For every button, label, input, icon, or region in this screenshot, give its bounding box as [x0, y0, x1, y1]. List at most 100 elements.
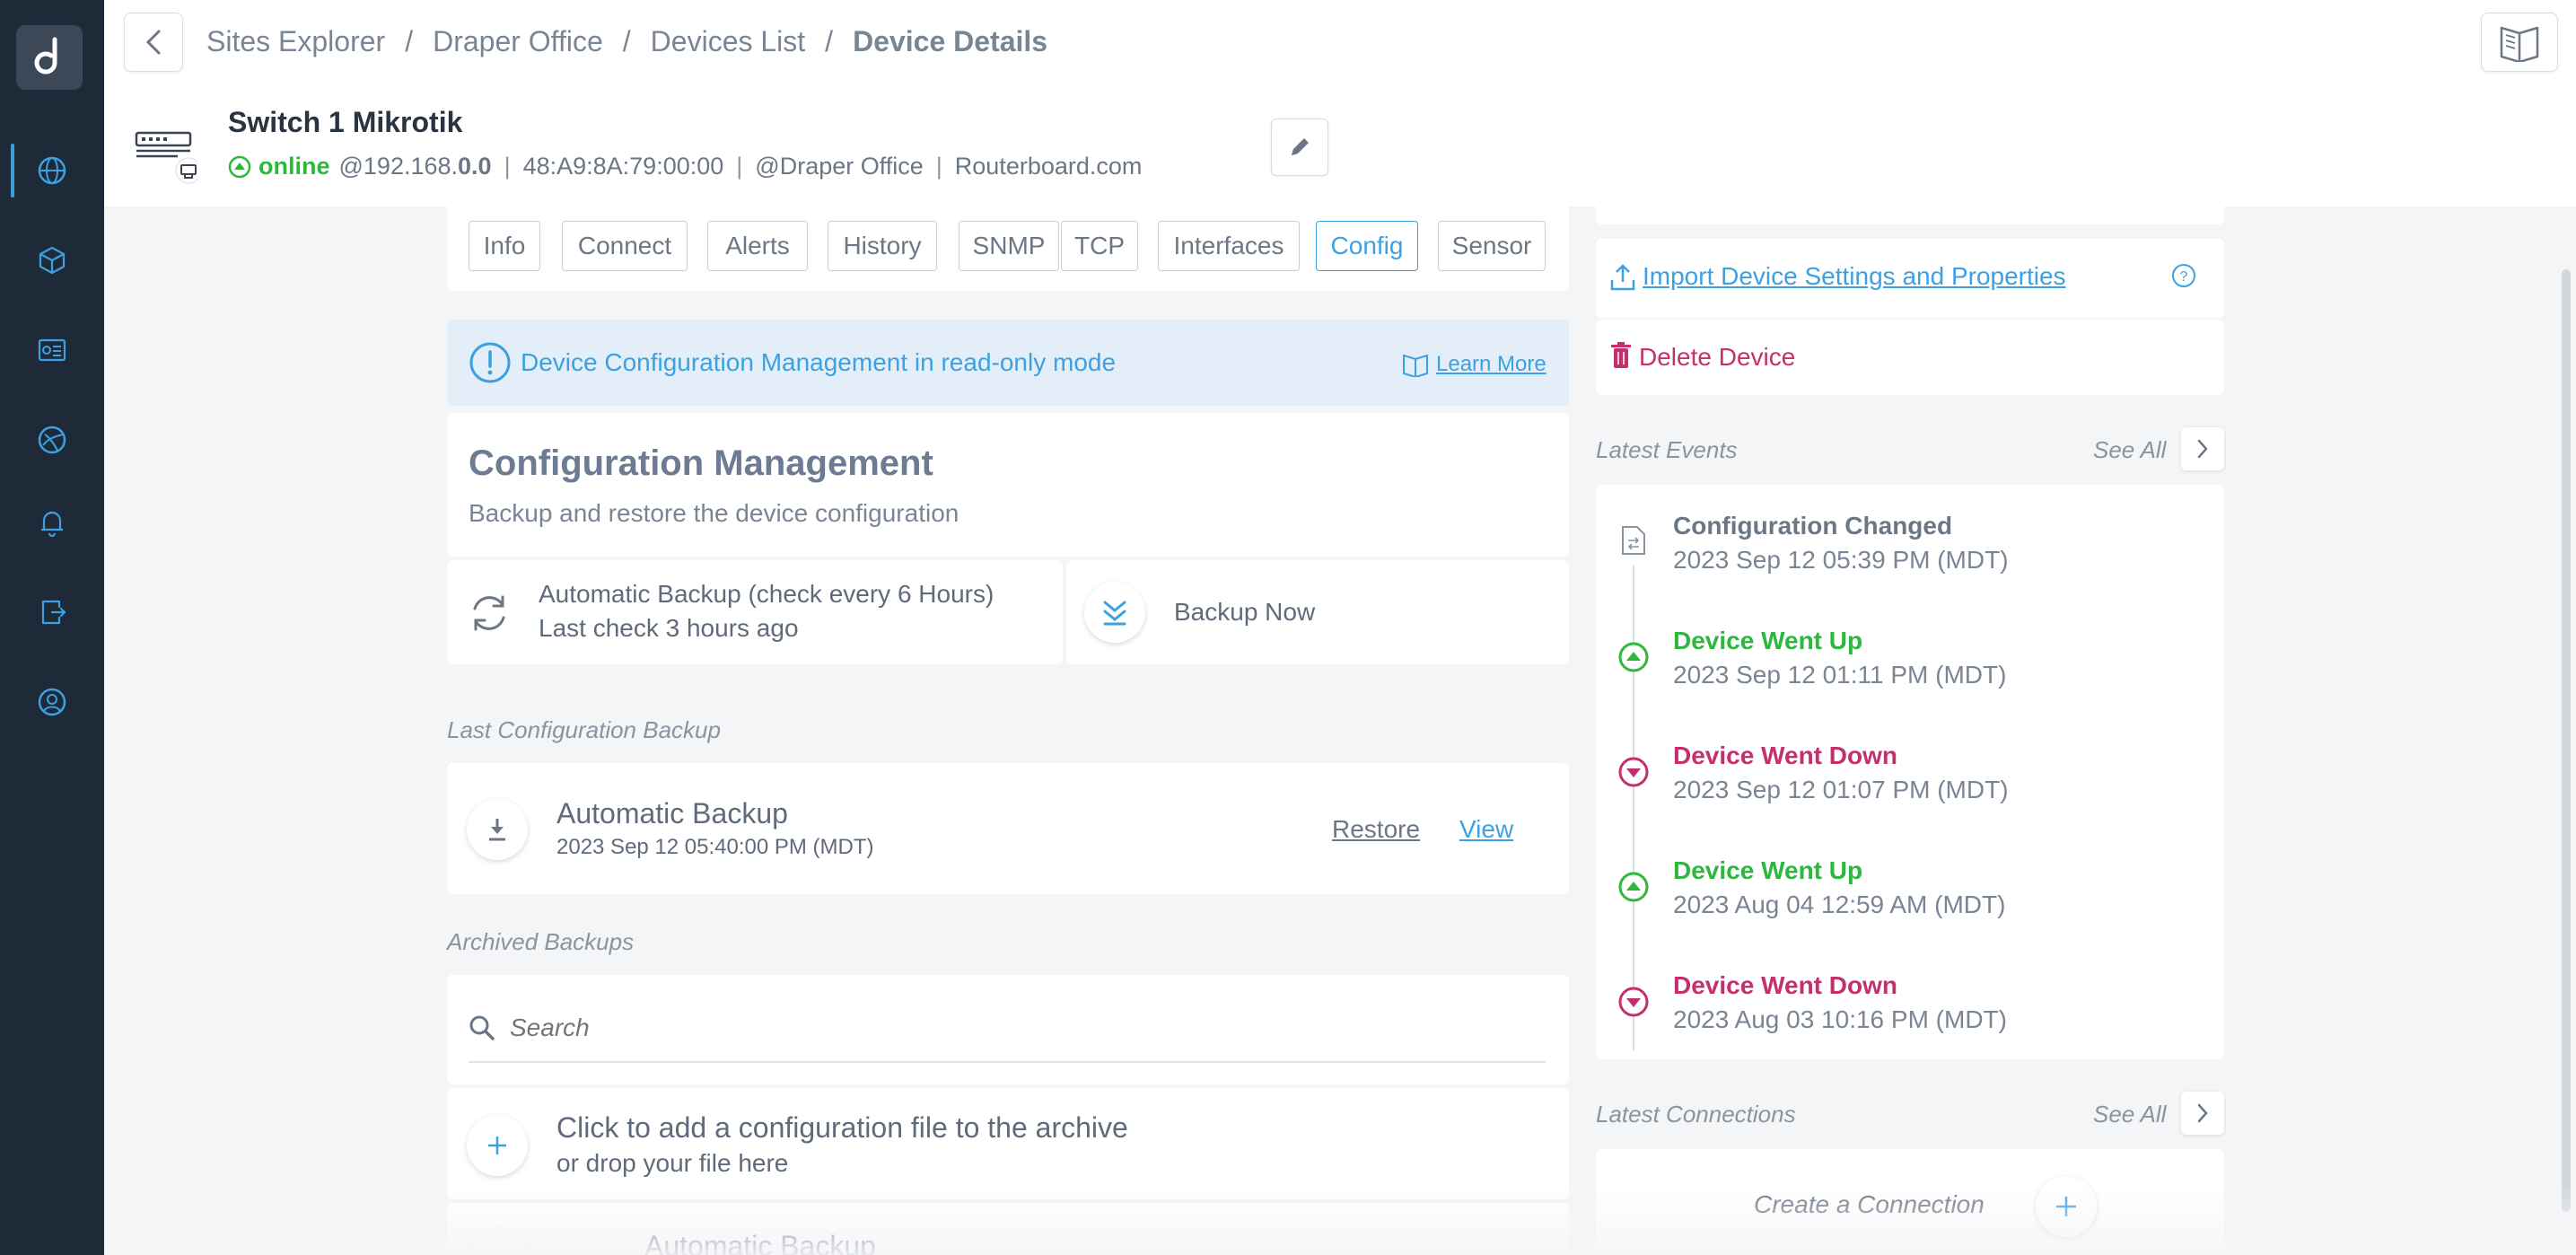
nav-network[interactable] — [0, 404, 104, 476]
breadcrumb-devices-list[interactable]: Devices List — [651, 25, 806, 58]
delete-device-button[interactable]: Delete Device — [1596, 320, 2224, 395]
search-input[interactable] — [510, 1005, 1542, 1050]
tab-config[interactable]: Config — [1316, 221, 1418, 271]
tab-info[interactable]: Info — [469, 221, 540, 271]
network-globe-icon — [38, 426, 66, 454]
events-see-all-label[interactable]: See All — [2093, 436, 2166, 464]
device-site-link[interactable]: Draper Office — [780, 153, 924, 180]
page-scrollbar[interactable] — [2562, 269, 2571, 1212]
nav-account[interactable] — [0, 666, 104, 738]
status-up-icon — [1618, 872, 1649, 902]
tab-snmp[interactable]: SNMP — [959, 221, 1059, 271]
nav-devices[interactable] — [0, 224, 104, 296]
device-vendor: Routerboard.com — [954, 153, 1143, 180]
view-link[interactable]: View — [1459, 815, 1513, 844]
last-backup-label: Last Configuration Backup — [447, 716, 721, 743]
domotz-logo-icon — [34, 37, 57, 75]
backup-name: Automatic Backup — [556, 797, 788, 829]
latest-events-label: Latest Events — [1596, 436, 1738, 463]
tab-interfaces[interactable]: Interfaces — [1158, 221, 1300, 271]
event-title: Device Went Up — [1673, 627, 1863, 654]
search-icon — [469, 1015, 495, 1040]
backup-now-icon-button[interactable] — [1084, 582, 1145, 643]
breadcrumb-site[interactable]: Draper Office — [433, 25, 603, 58]
breadcrumb-sites-explorer[interactable]: Sites Explorer — [206, 25, 385, 58]
import-settings-card: Import Device Settings and Properties ? — [1596, 239, 2224, 318]
event-time: 2023 Aug 03 10:16 PM (MDT) — [1673, 1005, 2007, 1033]
device-ip-suffix: 0.0 — [458, 153, 492, 180]
dashboard-icon — [38, 338, 66, 362]
document-icon — [1622, 526, 1645, 555]
trash-icon — [1611, 342, 1631, 368]
import-settings-link[interactable]: Import Device Settings and Properties — [1643, 262, 2066, 291]
nav-integrations[interactable] — [0, 576, 104, 648]
latest-connections-label: Latest Connections — [1596, 1101, 1796, 1128]
restore-link[interactable]: Restore — [1332, 815, 1420, 844]
plus-icon — [2056, 1197, 2076, 1216]
documentation-button[interactable] — [2481, 13, 2558, 72]
archived-item-icon — [558, 1228, 619, 1255]
cube-icon — [39, 246, 66, 275]
download-archived-button[interactable] — [467, 1228, 528, 1255]
search-underline — [469, 1061, 1546, 1063]
archive-search-card — [447, 975, 1569, 1084]
breadcrumb-current: Device Details — [853, 25, 1048, 57]
chevron-left-icon — [145, 30, 161, 55]
auto-backup-label: Automatic Backup (check every 6 Hours) — [539, 580, 994, 608]
download-backup-button[interactable] — [467, 799, 528, 860]
tab-tcp[interactable]: TCP — [1061, 221, 1138, 271]
add-config-file-dropzone[interactable]: Click to add a configuration file to the… — [447, 1088, 1569, 1199]
archived-backups-label: Archived Backups — [447, 928, 635, 955]
breadcrumb-separator: / — [622, 25, 631, 57]
device-ip-prefix: @192.168. — [338, 153, 459, 180]
nav-reports[interactable] — [0, 314, 104, 386]
tab-sensor[interactable]: Sensor — [1438, 221, 1546, 271]
double-chevron-down-icon — [1103, 601, 1126, 626]
breadcrumb-separator: / — [825, 25, 834, 57]
readonly-message: Device Configuration Management in read-… — [521, 348, 1117, 376]
create-connection-label[interactable]: Create a Connection — [1754, 1190, 1985, 1219]
tab-alerts[interactable]: Alerts — [707, 221, 808, 271]
device-type-switch-icon — [135, 124, 202, 187]
add-file-title: Click to add a configuration file to the… — [556, 1111, 1128, 1144]
connections-see-all-label[interactable]: See All — [2093, 1101, 2166, 1128]
event-title: Device Went Down — [1673, 971, 1897, 999]
bell-icon — [41, 511, 63, 538]
events-see-all-button[interactable] — [2181, 427, 2224, 470]
event-time: 2023 Sep 12 01:07 PM (MDT) — [1673, 776, 2009, 803]
backup-now-button[interactable]: Backup Now — [1066, 560, 1569, 664]
app-logo[interactable] — [16, 25, 83, 90]
event-time: 2023 Sep 12 01:11 PM (MDT) — [1673, 661, 2007, 689]
event-time: 2023 Aug 04 12:59 AM (MDT) — [1673, 891, 2006, 918]
archived-backup-item: Automatic Backup — [447, 1203, 1569, 1255]
connections-see-all-button[interactable] — [2181, 1092, 2224, 1135]
book-icon — [2500, 26, 2539, 62]
back-button[interactable] — [124, 13, 183, 72]
device-tabs: Info Connect Alerts History SNMP TCP Int… — [447, 206, 1569, 291]
event-title: Configuration Changed — [1673, 512, 1953, 540]
archived-item-name: Automatic Backup — [644, 1230, 876, 1255]
actions-card-partial — [1596, 206, 2224, 224]
tab-connect[interactable]: Connect — [562, 221, 688, 271]
auto-backup-card: Automatic Backup (check every 6 Hours) L… — [447, 560, 1063, 664]
export-icon — [41, 600, 66, 625]
add-file-button[interactable] — [467, 1115, 528, 1176]
device-name: Switch 1 Mikrotik — [228, 106, 463, 138]
status-up-icon — [228, 155, 251, 178]
edit-device-button[interactable] — [1271, 118, 1328, 176]
create-connection-button[interactable] — [2036, 1176, 2097, 1237]
book-icon — [1403, 354, 1428, 377]
nav-sites[interactable] — [0, 135, 104, 206]
last-backup-card: Automatic Backup 2023 Sep 12 05:40:00 PM… — [447, 763, 1569, 894]
pencil-icon — [1292, 138, 1309, 155]
sidebar — [0, 0, 104, 1255]
breadcrumb: Sites Explorer / Draper Office / Devices… — [206, 25, 1047, 58]
nav-alerts[interactable] — [0, 487, 104, 558]
upload-icon — [1610, 264, 1635, 291]
tab-history[interactable]: History — [828, 221, 937, 271]
svg-text:?: ? — [2180, 269, 2188, 285]
help-icon[interactable]: ? — [2170, 262, 2197, 289]
learn-more-link[interactable]: Learn More — [1436, 352, 1546, 377]
section-title: Configuration Management — [469, 443, 933, 483]
delete-device-label: Delete Device — [1639, 343, 1796, 371]
